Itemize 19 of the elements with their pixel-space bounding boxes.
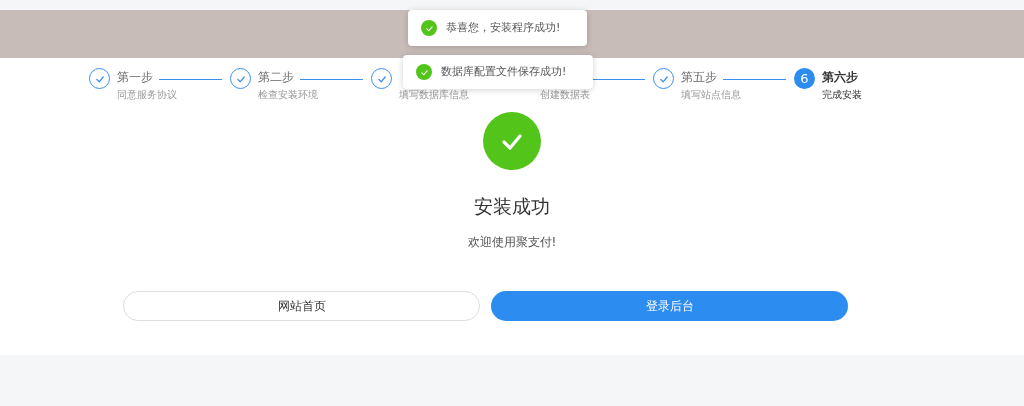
step-description: 填写站点信息 <box>681 88 742 102</box>
step-title: 第五步 <box>681 69 717 86</box>
toast-text: 数据库配置文件保存成功! <box>441 63 567 80</box>
step-title: 第六步 <box>822 69 858 86</box>
success-icon <box>483 112 541 170</box>
step-number: 6 <box>794 68 815 89</box>
step-description: 同意服务协议 <box>117 88 178 102</box>
step-title: 第一步 <box>117 69 153 86</box>
result-message: 欢迎使用聚支付! <box>467 233 557 251</box>
step-title: 第二步 <box>258 69 294 86</box>
home-button[interactable]: 网站首页 <box>123 290 480 321</box>
step-description: 完成安装 <box>822 88 863 102</box>
success-icon <box>421 20 437 36</box>
success-icon <box>416 64 432 80</box>
step-description: 创建数据表 <box>540 88 591 102</box>
result-title: 安装成功 <box>474 194 550 219</box>
step-description: 填写数据库信息 <box>399 88 470 102</box>
toast-text: 恭喜您，安装程序成功! <box>446 19 561 36</box>
step-description: 检查安装环境 <box>258 88 319 102</box>
